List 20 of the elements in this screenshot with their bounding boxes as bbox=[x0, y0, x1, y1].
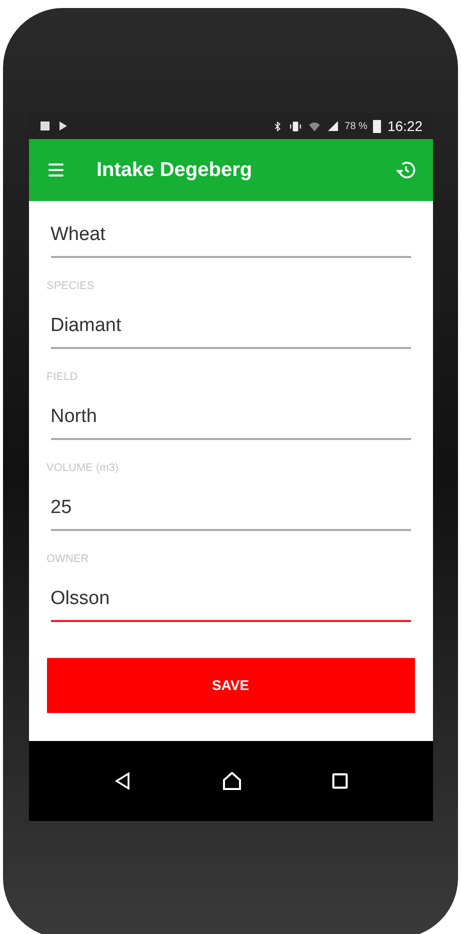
text-field[interactable]: 25 bbox=[50, 494, 410, 530]
image-icon bbox=[38, 120, 50, 132]
text-field[interactable]: North bbox=[50, 403, 410, 440]
vibrate-icon bbox=[288, 120, 302, 132]
battery-percent: 78 % bbox=[344, 120, 368, 134]
clock-time: 16:22 bbox=[387, 116, 422, 136]
save-button[interactable]: SAVE bbox=[46, 658, 414, 712]
text-field[interactable]: Olsson bbox=[50, 585, 410, 622]
text-field[interactable]: Diamant bbox=[50, 312, 410, 348]
app-title: Intake Degeberg bbox=[96, 158, 254, 183]
recents-icon bbox=[330, 770, 350, 790]
battery-icon bbox=[373, 119, 382, 133]
history-icon bbox=[394, 159, 416, 181]
field-label: FIELD bbox=[46, 370, 79, 384]
wifi-icon bbox=[308, 120, 321, 132]
field-label: OWNER bbox=[46, 552, 90, 566]
field-label: VOLUME (m3) bbox=[46, 460, 120, 476]
signal-icon bbox=[326, 120, 339, 132]
field-label: SPECIES bbox=[46, 278, 96, 294]
text-field[interactable]: Wheat bbox=[50, 221, 410, 258]
